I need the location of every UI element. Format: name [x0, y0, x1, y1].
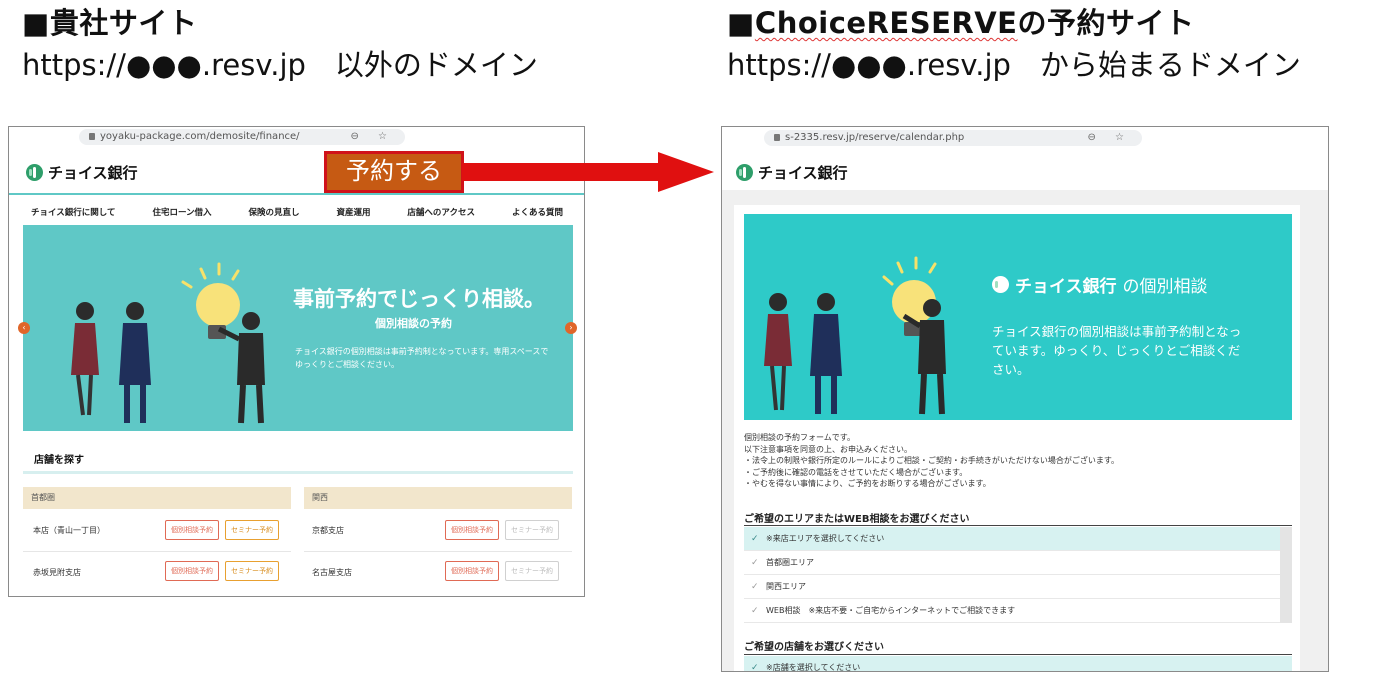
right-heading-suffix: の予約サイト: [1017, 6, 1195, 40]
right-hero-text: チョイス銀行の個別相談は事前予約制となっています。ゆっくり、じっくりとご相談くだ…: [992, 324, 1242, 377]
right-site-screenshot: s-2335.resv.jp/reserve/calendar.php ⊖ ☆ …: [721, 126, 1329, 672]
consult-reserve-button[interactable]: 個別相談予約: [165, 520, 219, 540]
store-option[interactable]: ✓ ※店舗を選択してください: [744, 656, 1292, 672]
row-divider: [23, 551, 291, 552]
branch-name: 京都支店: [312, 526, 344, 535]
store-search-divider: [23, 471, 573, 474]
area-option-label: WEB相談 ※来店不要・ご自宅からインターネットでご相談できます: [766, 606, 1016, 615]
right-heading: ■ChoiceRESERVEの予約サイト: [727, 0, 1195, 42]
area-option[interactable]: ✓ 関西エリア: [744, 575, 1280, 599]
left-address-text: yoyaku-package.com/demosite/finance/: [100, 131, 300, 142]
area-option-label: 首都圏エリア: [766, 558, 814, 567]
zoom-star-icons[interactable]: ⊖ ☆: [1087, 130, 1132, 146]
check-icon: ✓: [751, 663, 759, 672]
left-url-caption: https://●●●.resv.jp 以外のドメイン: [22, 48, 538, 82]
region-header: 関西: [304, 487, 572, 509]
branch-name: 本店（青山一丁目）: [33, 526, 105, 535]
right-address-text: s-2335.resv.jp/reserve/calendar.php: [785, 132, 965, 143]
store-search-title: 店舗を探す: [34, 455, 84, 466]
carousel-prev-icon[interactable]: ‹: [18, 322, 30, 334]
lock-icon: [774, 134, 780, 141]
check-icon: ✓: [751, 534, 759, 544]
nav-item[interactable]: 資産運用: [336, 206, 370, 218]
section-divider: [744, 654, 1292, 655]
right-heading-prefix: ■: [727, 6, 755, 40]
store-section-title: ご希望の店舗をお選びください: [744, 642, 884, 653]
seminar-reserve-button[interactable]: セミナー予約: [225, 561, 279, 581]
left-hero-subtitle: 個別相談の予約: [375, 317, 452, 330]
right-heading-brand: ChoiceRESERVE: [754, 6, 1018, 40]
people-lightbulb-illustration: [71, 262, 265, 424]
left-heading: ■貴社サイト: [22, 6, 198, 40]
main-nav: チョイス銀行に関して 住宅ローン借入 保険の見直し 資産運用 店舗へのアクセス …: [31, 206, 563, 218]
left-logo[interactable]: チョイス銀行: [26, 162, 138, 183]
note-line: ・やむを得ない事情により、ご予約をお断りする場合がございます。: [744, 479, 991, 488]
options-scrollbar[interactable]: [1280, 527, 1292, 623]
check-icon: ✓: [751, 582, 759, 592]
left-site-screenshot: yoyaku-package.com/demosite/finance/ ⊖ ☆…: [8, 126, 585, 597]
choice-bank-logo-icon: [992, 276, 1009, 293]
right-url-caption: https://●●●.resv.jp から始まるドメイン: [727, 48, 1301, 82]
right-hero-title-suffix: の個別相談: [1122, 277, 1208, 297]
seminar-reserve-button[interactable]: セミナー予約: [505, 520, 559, 540]
reserve-button[interactable]: 予約する: [324, 151, 464, 193]
right-logo-text: チョイス銀行: [758, 164, 848, 182]
note-line: 個別相談の予約フォームです。: [744, 433, 855, 442]
lock-icon: [89, 133, 95, 140]
form-notes: 個別相談の予約フォームです。 以下注意事項を同意の上、お申込みください。 ・法令…: [744, 432, 1119, 490]
row-divider: [304, 551, 572, 552]
check-icon: ✓: [751, 558, 759, 568]
right-hero-title: チョイス銀行 の個別相談: [992, 272, 1208, 297]
right-hero-banner: チョイス銀行 の個別相談 チョイス銀行の個別相談は事前予約制となっています。ゆっ…: [744, 214, 1292, 420]
consult-reserve-button[interactable]: 個別相談予約: [445, 520, 499, 540]
area-option[interactable]: ✓ WEB相談 ※来店不要・ご自宅からインターネットでご相談できます: [744, 599, 1280, 623]
area-section-title: ご希望のエリアまたはWEB相談をお選びください: [744, 514, 970, 525]
check-icon: ✓: [751, 606, 759, 616]
note-line: 以下注意事項を同意の上、お申込みください。: [744, 444, 912, 454]
nav-item[interactable]: 店舗へのアクセス: [407, 206, 475, 218]
consult-reserve-button[interactable]: 個別相談予約: [165, 561, 219, 581]
section-divider: [744, 525, 1292, 526]
note-line: ・ご予約後に確認の電話をさせていただく場合がございます。: [744, 467, 968, 477]
left-hero-title: 事前予約でじっくり相談。: [293, 287, 545, 311]
area-option-label: ※来店エリアを選択してください: [766, 534, 885, 543]
left-logo-text: チョイス銀行: [48, 164, 138, 182]
seminar-reserve-button[interactable]: セミナー予約: [225, 520, 279, 540]
nav-item[interactable]: 保険の見直し: [248, 206, 299, 218]
area-option[interactable]: ✓ ※来店エリアを選択してください: [744, 527, 1280, 551]
area-option-label: 関西エリア: [766, 582, 806, 591]
choice-bank-logo-icon: [26, 164, 43, 181]
left-hero-text: チョイス銀行の個別相談は事前予約制となっています。専用スペースでゆっくりとご相談…: [295, 347, 549, 369]
nav-item[interactable]: よくある質問: [512, 206, 563, 218]
choice-bank-logo-icon: [736, 164, 753, 181]
nav-item[interactable]: 住宅ローン借入: [152, 206, 211, 218]
seminar-reserve-button[interactable]: セミナー予約: [505, 561, 559, 581]
left-address-bar[interactable]: yoyaku-package.com/demosite/finance/ ⊖ ☆: [79, 129, 405, 145]
store-option-label: ※店舗を選択してください: [766, 663, 861, 672]
carousel-next-icon[interactable]: ›: [565, 322, 577, 334]
right-logo[interactable]: チョイス銀行: [736, 162, 848, 183]
area-option[interactable]: ✓ 首都圏エリア: [744, 551, 1280, 575]
branch-name: 名古屋支店: [312, 568, 352, 577]
consult-reserve-button[interactable]: 個別相談予約: [445, 561, 499, 581]
note-line: ・法令上の制限や銀行所定のルールによりご相談・ご契約・お手続きがいただけない場合…: [744, 456, 1120, 465]
region-header: 首都圏: [23, 487, 291, 509]
people-lightbulb-illustration: [764, 256, 946, 415]
right-address-bar[interactable]: s-2335.resv.jp/reserve/calendar.php ⊖ ☆: [764, 130, 1142, 146]
zoom-star-icons[interactable]: ⊖ ☆: [350, 129, 395, 145]
branch-name: 赤坂見附支店: [33, 568, 81, 577]
red-arrow-icon: [462, 152, 714, 192]
nav-item[interactable]: チョイス銀行に関して: [31, 206, 116, 218]
left-hero-banner: 事前予約でじっくり相談。 個別相談の予約 チョイス銀行の個別相談は事前予約制とな…: [23, 225, 573, 431]
right-hero-brand: チョイス銀行: [1015, 277, 1117, 297]
